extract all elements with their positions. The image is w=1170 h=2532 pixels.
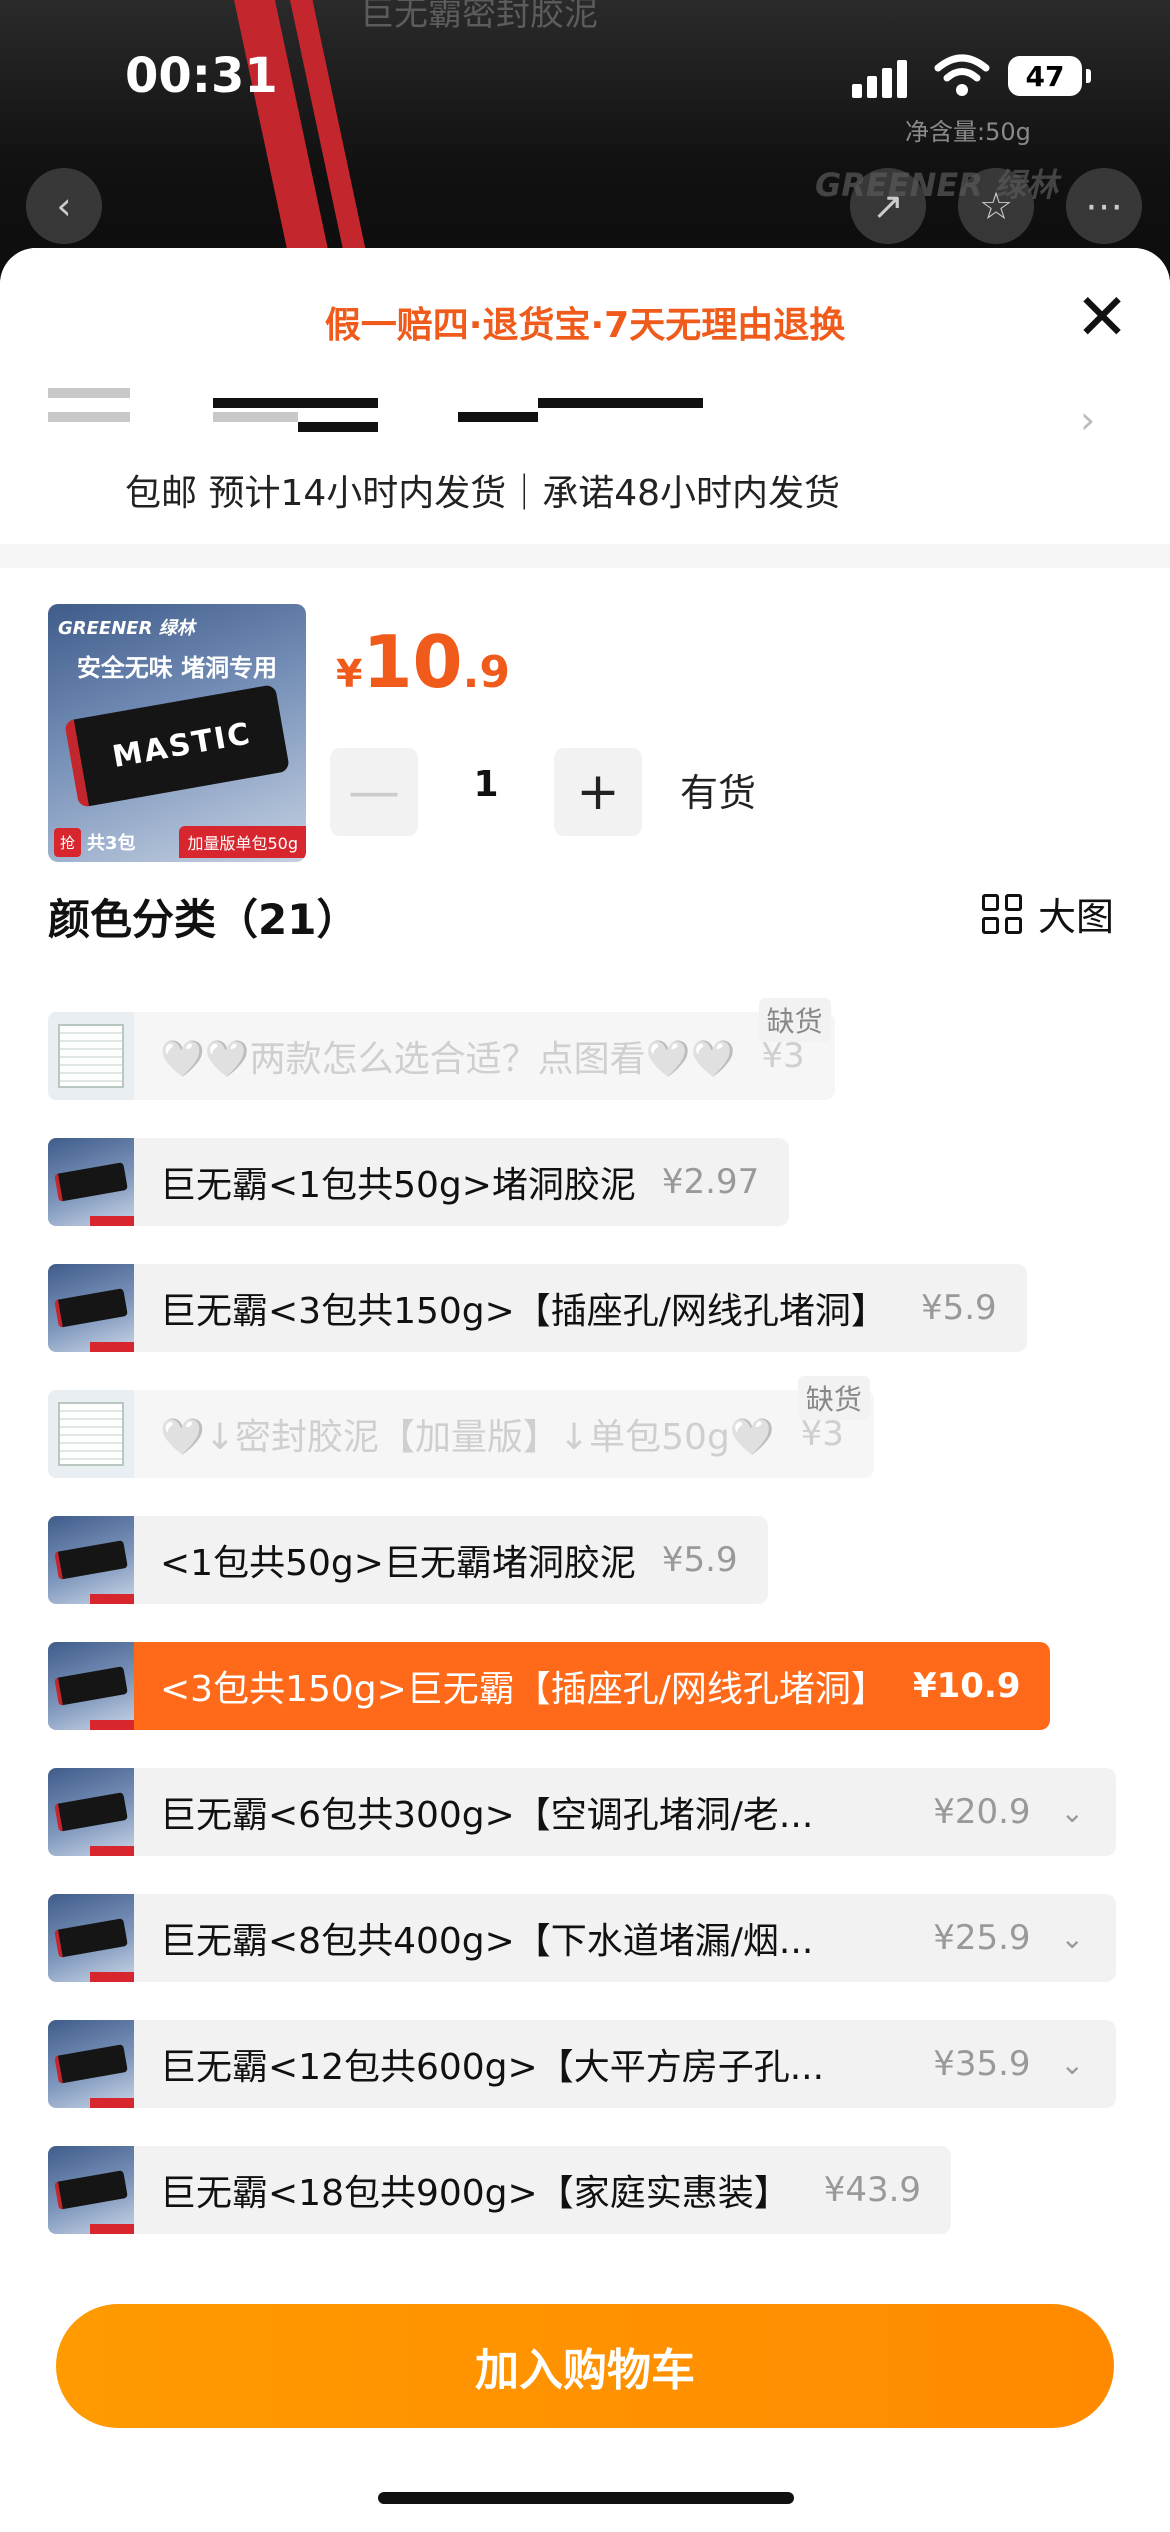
add-to-cart-button[interactable]: 加入购物车 — [56, 2304, 1114, 2428]
decrement-button[interactable]: — — [330, 748, 418, 836]
sheet-content: GREENER 绿林 安全无味 堵洞专用 MASTIC 抢 共3包 加量版单包5… — [0, 568, 1170, 2532]
variant-name: 巨无霸<18包共900g>【家庭实惠装】 — [160, 2173, 790, 2214]
home-indicator[interactable] — [378, 2492, 794, 2504]
variant-option[interactable]: 🤍🤍两款怎么选合适？点图看🤍🤍 ¥3 缺货 — [48, 998, 835, 1100]
variant-price: ¥25.9 — [933, 1918, 1031, 1958]
variant-thumbnail — [48, 1516, 134, 1604]
variant-thumbnail — [48, 1138, 134, 1226]
share-icon[interactable]: ↗ — [850, 168, 926, 244]
address-chevron-icon[interactable]: › — [1080, 398, 1095, 442]
variant-option[interactable]: 巨无霸<1包共50g>堵洞胶泥 ¥2.97 — [48, 1138, 790, 1226]
close-button[interactable]: ✕ — [1070, 286, 1134, 352]
variant-name: <3包共150g>巨无霸【插座孔/网线孔堵洞】 — [160, 1669, 887, 1710]
variant-thumbnail — [48, 2146, 134, 2234]
out-of-stock-badge: 缺货 — [758, 998, 831, 1042]
variant-price: ¥43.9 — [823, 2170, 922, 2210]
variant-price: ¥20.9 — [933, 1792, 1031, 1832]
variant-name: 巨无霸<3包共150g>【插座孔/网线孔堵洞】 — [160, 1291, 887, 1332]
variant-option[interactable]: 巨无霸<6包共300g>【空调孔堵洞/老... ¥20.9 ⌄ — [48, 1768, 1116, 1856]
price-integer: 10 — [362, 620, 463, 704]
thumb-grab: 抢 — [54, 827, 82, 857]
guarantee-banner: 假一赔四·退货宝·7天无理由退换 — [324, 305, 846, 346]
variant-name: <1包共50g>巨无霸堵洞胶泥 — [160, 1543, 636, 1584]
variant-option[interactable]: <1包共50g>巨无霸堵洞胶泥 ¥5.9 — [48, 1516, 768, 1604]
star-icon[interactable]: ☆ — [958, 168, 1034, 244]
status-bar: 00:31 47 — [0, 0, 1170, 150]
price-currency: ¥ — [336, 652, 363, 696]
variant-thumbnail — [48, 1264, 134, 1352]
variant-price: ¥10.9 — [912, 1666, 1021, 1706]
expand-chevron-icon[interactable]: ⌄ — [1061, 1922, 1084, 1955]
back-icon[interactable]: ‹ — [26, 168, 102, 244]
sheet-header: 假一赔四·退货宝·7天无理由退换 ✕ › 包邮 预计14小时内发货｜承诺48小时… — [0, 248, 1170, 544]
product-thumbnail[interactable]: GREENER 绿林 安全无味 堵洞专用 MASTIC 抢 共3包 加量版单包5… — [48, 604, 306, 862]
signal-icon — [852, 58, 912, 98]
variant-price: ¥5.9 — [661, 1540, 738, 1580]
variant-option[interactable]: 巨无霸<12包共600g>【大平方房子孔... ¥35.9 ⌄ — [48, 2020, 1116, 2108]
variant-option[interactable]: 🤍↓密封胶泥【加量版】↓单包50g🤍 ¥3 缺货 — [48, 1376, 874, 1478]
variant-price: ¥5.9 — [920, 1288, 997, 1328]
address-row[interactable] — [48, 388, 1128, 444]
quantity-value[interactable]: 1 — [418, 764, 554, 805]
grid-icon — [982, 893, 1022, 934]
variant-price: ¥35.9 — [933, 2044, 1031, 2084]
variant-option-selected[interactable]: <3包共150g>巨无霸【插座孔/网线孔堵洞】 ¥10.9 — [48, 1642, 1051, 1730]
thumb-brand: GREENER 绿林 — [58, 618, 195, 639]
thumb-footer: 抢 共3包 加量版单包50g — [48, 822, 306, 862]
variant-option[interactable]: 巨无霸<8包共400g>【下水道堵漏/烟... ¥25.9 ⌄ — [48, 1894, 1116, 1982]
big-view-button[interactable]: 大图 — [982, 886, 1114, 941]
variant-name: 巨无霸<8包共400g>【下水道堵漏/烟... — [160, 1921, 814, 1962]
stock-status: 有货 — [680, 771, 757, 815]
variant-thumbnail — [48, 2020, 134, 2108]
variant-price: ¥2.97 — [661, 1162, 760, 1202]
more-icon[interactable]: ⋯ — [1066, 168, 1142, 244]
out-of-stock-badge: 缺货 — [797, 1376, 870, 1420]
variant-name: 🤍↓密封胶泥【加量版】↓单包50g🤍 — [160, 1417, 775, 1458]
expand-chevron-icon[interactable]: ⌄ — [1061, 2048, 1084, 2081]
variant-name: 巨无霸<12包共600g>【大平方房子孔... — [160, 2047, 825, 2088]
expand-chevron-icon[interactable]: ⌄ — [1061, 1796, 1084, 1829]
increment-button[interactable]: + — [554, 748, 642, 836]
variant-thumbnail — [48, 1390, 134, 1478]
thumb-label: 加量版单包50g — [179, 826, 306, 858]
variant-thumbnail — [48, 1894, 134, 1982]
shipping-info: 包邮 预计14小时内发货｜承诺48小时内发货 — [125, 473, 841, 514]
variant-price: ¥3 — [761, 1036, 805, 1076]
variant-thumbnail — [48, 1642, 134, 1730]
price-decimal: .9 — [462, 647, 510, 698]
price: ¥10.9 — [336, 620, 510, 704]
thumb-pack: MASTIC — [63, 684, 291, 808]
variant-thumbnail — [48, 1768, 134, 1856]
sku-selector-sheet: 假一赔四·退货宝·7天无理由退换 ✕ › 包邮 预计14小时内发货｜承诺48小时… — [0, 248, 1170, 2532]
variant-option[interactable]: 巨无霸<3包共150g>【插座孔/网线孔堵洞】 ¥5.9 — [48, 1264, 1027, 1352]
thumb-count: 共3包 — [87, 833, 136, 854]
section-title: 颜色分类（21） — [48, 895, 359, 944]
variant-option[interactable]: 巨无霸<18包共900g>【家庭实惠装】 ¥43.9 — [48, 2146, 952, 2234]
status-time: 00:31 — [125, 48, 278, 104]
battery-icon: 47 — [1008, 56, 1091, 96]
thumb-headline: 安全无味 堵洞专用 — [76, 654, 278, 682]
variant-thumbnail — [48, 1012, 134, 1100]
variant-name: 🤍🤍两款怎么选合适？点图看🤍🤍 — [160, 1039, 736, 1080]
variant-name: 巨无霸<6包共300g>【空调孔堵洞/老... — [160, 1795, 814, 1836]
variant-price: ¥3 — [800, 1414, 844, 1454]
big-view-label: 大图 — [1038, 895, 1115, 939]
variant-name: 巨无霸<1包共50g>堵洞胶泥 — [160, 1165, 636, 1206]
wifi-icon — [934, 54, 990, 96]
